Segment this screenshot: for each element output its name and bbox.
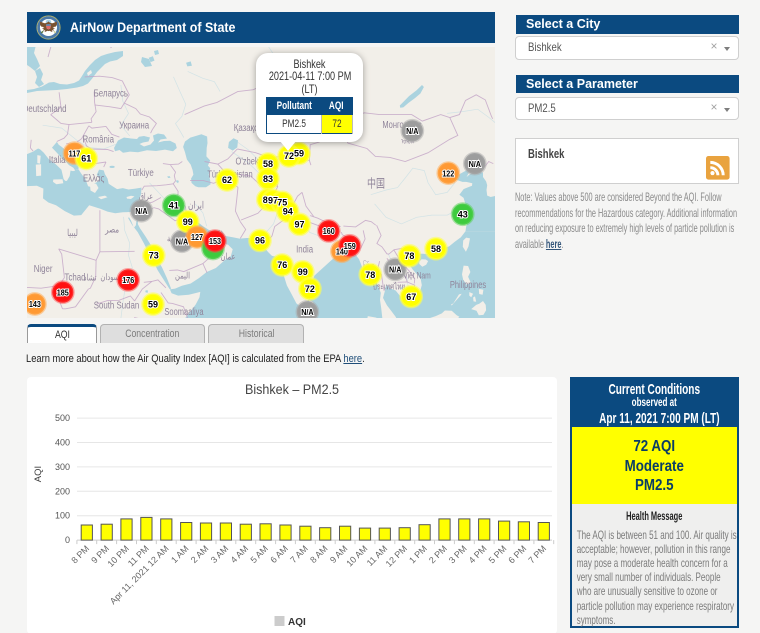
svg-text:تشاد: تشاد	[84, 273, 97, 283]
svg-text:41: 41	[169, 201, 179, 211]
svg-text:67: 67	[406, 292, 416, 302]
svg-text:7 AM: 7 AM	[288, 543, 310, 565]
svg-text:153: 153	[209, 237, 222, 247]
svg-text:0: 0	[65, 535, 70, 545]
svg-text:200: 200	[55, 486, 70, 496]
svg-text:143: 143	[29, 300, 42, 310]
svg-text:2 PM: 2 PM	[427, 543, 449, 565]
svg-text:ليبيا: ليبيا	[67, 227, 78, 238]
svg-text:300: 300	[55, 462, 70, 472]
svg-text:România: România	[83, 133, 115, 144]
svg-text:N/A: N/A	[469, 159, 482, 169]
svg-text:10 AM: 10 AM	[344, 543, 369, 568]
svg-text:4 AM: 4 AM	[229, 543, 251, 565]
svg-text:83: 83	[263, 174, 273, 184]
svg-text:N/A: N/A	[176, 237, 189, 247]
svg-text:1 AM: 1 AM	[169, 543, 191, 565]
svg-text:58: 58	[263, 159, 273, 169]
svg-text:中国: 中国	[367, 176, 385, 191]
svg-text:59: 59	[148, 299, 158, 309]
svg-text:500: 500	[55, 413, 70, 423]
svg-text:N/A: N/A	[301, 308, 314, 318]
svg-text:117: 117	[69, 149, 81, 159]
svg-text:96: 96	[255, 236, 265, 246]
svg-text:58: 58	[431, 244, 441, 254]
svg-text:5 AM: 5 AM	[248, 543, 270, 565]
svg-text:Ελλάς: Ελλάς	[83, 172, 105, 183]
svg-text:400: 400	[55, 437, 70, 447]
svg-text:176: 176	[122, 276, 135, 286]
svg-text:Deutschland: Deutschland	[27, 103, 66, 114]
svg-text:100: 100	[55, 510, 70, 520]
svg-text:AQI: AQI	[288, 617, 306, 628]
svg-text:Bishkek – PM2.5: Bishkek – PM2.5	[245, 381, 339, 397]
svg-text:Беларусь: Беларусь	[94, 88, 129, 99]
svg-text:Soomaaliya: Soomaaliya	[164, 306, 203, 317]
svg-text:76: 76	[277, 260, 287, 270]
svg-text:India: India	[296, 244, 314, 255]
svg-text:99: 99	[183, 217, 193, 227]
svg-text:94: 94	[283, 207, 293, 217]
svg-text:مصر: مصر	[104, 223, 119, 234]
svg-text:Türkiye: Türkiye	[128, 167, 154, 178]
svg-text:97: 97	[294, 220, 304, 230]
svg-text:N/A: N/A	[389, 265, 402, 275]
svg-text:10 PM: 10 PM	[105, 543, 130, 568]
svg-text:4 PM: 4 PM	[467, 543, 489, 565]
svg-text:72: 72	[305, 284, 315, 294]
svg-text:6 AM: 6 AM	[268, 543, 290, 565]
svg-text:2 AM: 2 AM	[189, 543, 211, 565]
svg-text:8 PM: 8 PM	[69, 543, 91, 565]
svg-text:7 PM: 7 PM	[526, 543, 548, 565]
svg-text:1 PM: 1 PM	[407, 543, 429, 565]
svg-text:Tchad: Tchad	[65, 271, 86, 282]
svg-text:122: 122	[442, 169, 455, 179]
svg-text:Việt Nam: Việt Nam	[403, 271, 431, 281]
svg-text:72: 72	[284, 151, 294, 161]
svg-text:Украина: Украина	[119, 120, 150, 131]
svg-text:78: 78	[404, 251, 414, 261]
svg-text:99: 99	[298, 267, 308, 277]
svg-text:اليمن: اليمن	[175, 270, 190, 280]
svg-text:185: 185	[57, 288, 70, 298]
svg-text:61: 61	[81, 154, 91, 164]
svg-text:N/A: N/A	[406, 126, 419, 136]
svg-text:South Sudan: South Sudan	[94, 300, 139, 311]
svg-text:62: 62	[222, 175, 232, 185]
svg-text:12 PM: 12 PM	[384, 543, 409, 568]
svg-text:N/A: N/A	[135, 206, 148, 216]
svg-text:160: 160	[323, 227, 336, 237]
svg-text:Niger: Niger	[34, 263, 53, 274]
svg-text:3 PM: 3 PM	[447, 543, 469, 565]
svg-text:159: 159	[344, 241, 357, 251]
svg-text:Philippines: Philippines	[450, 279, 487, 290]
svg-text:3 AM: 3 AM	[209, 543, 231, 565]
svg-text:8 AM: 8 AM	[308, 543, 330, 565]
svg-text:78: 78	[365, 270, 375, 280]
svg-text:73: 73	[149, 251, 159, 261]
svg-text:127: 127	[191, 233, 204, 243]
svg-text:6 PM: 6 PM	[506, 543, 528, 565]
svg-text:AQI: AQI	[33, 466, 44, 482]
svg-text:43: 43	[458, 209, 468, 219]
svg-text:5 PM: 5 PM	[487, 543, 509, 565]
